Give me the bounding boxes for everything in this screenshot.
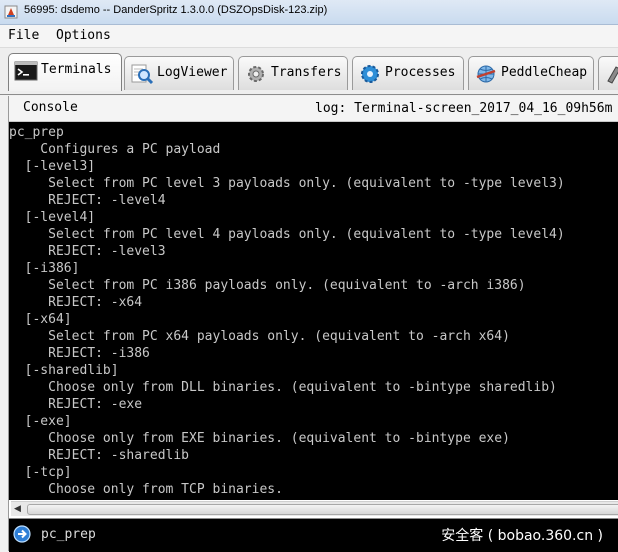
terminal-line: Choose only from EXE binaries. (equivale… [9,431,510,446]
tool-icon [607,66,618,84]
terminal-line: [-exe] [9,414,72,429]
terminal-icon [14,61,38,81]
gears-icon [361,65,379,83]
terminal-line: [-i386] [9,261,80,276]
scroll-left-arrow-icon[interactable]: ◀ [14,504,21,514]
terminal-line: REJECT: -level4 [9,193,166,208]
terminal-line: Select from PC level 4 payloads only. (e… [9,227,565,242]
run-arrow-icon[interactable] [13,525,31,543]
command-bar: 安全客 ( bobao.360.cn ) [9,518,618,552]
menu-bar: File Options [0,25,618,48]
tab-label: LogViewer [157,65,228,80]
terminal-line: REJECT: -level3 [9,244,166,259]
menu-file[interactable]: File [8,28,39,43]
globe-icon [476,65,496,83]
horizontal-scrollbar[interactable]: ◀ [11,501,618,516]
terminal-line: Choose only from DLL binaries. (equivale… [9,380,557,395]
console-label: Console [23,100,78,115]
log-filename: log: Terminal-screen_2017_04_16_09h56m [315,101,613,116]
scrollbar-thumb[interactable] [27,504,618,515]
tab-overflow[interactable] [598,56,618,90]
terminal-line: Configures a PC payload [9,142,221,157]
watermark-text: 安全客 ( bobao.360.cn ) [441,528,603,544]
terminal-line: [-tcp] [9,465,72,480]
terminal-line: [-x64] [9,312,72,327]
terminal-line: [-level3] [9,159,96,174]
terminal-panel: Console log: Terminal-screen_2017_04_16_… [8,96,618,552]
tab-strip: Terminals LogViewer Transfers Processes … [0,48,618,95]
terminal-line: Choose only from TCP binaries. [9,482,283,497]
title-bar: 56995: dsdemo -- DanderSpritz 1.3.0.0 (D… [0,0,618,25]
tab-label: PeddleCheap [501,65,588,80]
terminal-line: Select from PC i386 payloads only. (equi… [9,278,526,293]
console-header: Console log: Terminal-screen_2017_04_16_… [9,96,618,122]
terminal-line: REJECT: -x64 [9,295,143,310]
terminal-line: [-sharedlib] [9,363,119,378]
tab-terminals[interactable]: Terminals [8,53,122,91]
terminal-output[interactable]: pc_prep Configures a PC payload [-level3… [9,122,618,500]
terminal-line: Select from PC level 3 payloads only. (e… [9,176,565,191]
tab-logviewer[interactable]: LogViewer [124,56,234,90]
window-title: 56995: dsdemo -- DanderSpritz 1.3.0.0 (D… [24,4,328,16]
gear-icon [248,66,264,82]
terminal-line: REJECT: -sharedlib [9,448,190,463]
tab-label: Processes [385,65,456,80]
terminal-line: [-level4] [9,210,96,225]
app-icon [4,5,18,19]
tab-label: Transfers [271,65,342,80]
terminal-line: REJECT: -i386 [9,346,150,361]
tab-label: Terminals [41,62,112,77]
command-input[interactable] [39,526,423,543]
tab-transfers[interactable]: Transfers [238,56,348,90]
magnifier-icon [131,64,154,85]
menu-options[interactable]: Options [56,28,111,43]
terminal-line: Select from PC x64 payloads only. (equiv… [9,329,510,344]
tab-peddlecheap[interactable]: PeddleCheap [468,56,594,90]
tab-processes[interactable]: Processes [352,56,464,90]
terminal-line: REJECT: -exe [9,397,143,412]
terminal-line: pc_prep [9,125,64,140]
